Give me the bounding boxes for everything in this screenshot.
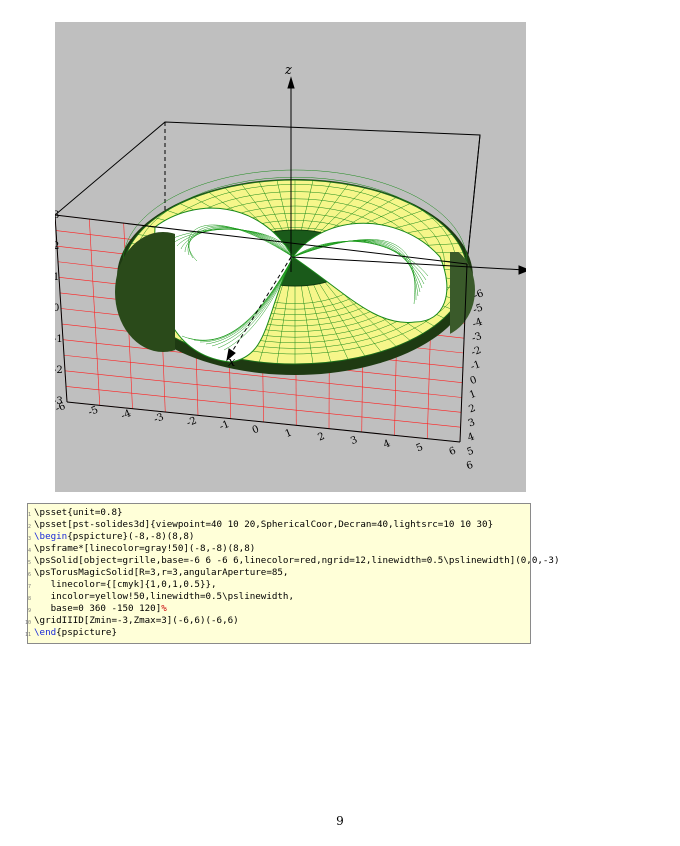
- x-tick-label: -4: [120, 408, 133, 422]
- code-line-number: 6: [27, 572, 31, 578]
- x-tick-label: 5: [415, 442, 425, 455]
- torus-3d-plot: z y x 3210-1-2-3 -6-5-4-3-2-10123456 -6-…: [55, 63, 526, 473]
- y-tick-label: -4: [471, 317, 484, 331]
- z-tick-label: 3: [55, 210, 59, 221]
- code-line: \psframe*[linecolor=gray!50](-8,-8)(8,8): [34, 543, 255, 555]
- code-line: incolor=yellow!50,linewidth=0.5\pslinewi…: [34, 591, 294, 603]
- code-line-number: 11: [24, 632, 31, 638]
- code-keyword: \begin: [34, 531, 68, 542]
- z-tick-label: -2: [55, 365, 63, 376]
- code-text: linecolor={[cmyk]{1,0,1,0.5}},: [34, 579, 217, 590]
- code-line-number: 9: [27, 608, 31, 614]
- z-tick-label: -1: [55, 334, 63, 345]
- code-text: incolor=yellow!50,linewidth=0.5\pslinewi…: [34, 591, 294, 602]
- code-listing: 1 \psset{unit=0.8} 2 \psset[pst-solides3d]{…: [25, 503, 559, 644]
- x-tick-label: 3: [349, 435, 359, 448]
- code-line-number: 4: [27, 548, 31, 554]
- y-tick-label: -1: [469, 359, 482, 373]
- y-tick-label: -2: [470, 345, 483, 359]
- code-text: \psset{unit=0.8}: [34, 507, 123, 518]
- y-tick-label: -6: [472, 288, 485, 302]
- code-line: base=0 360 -150 120]%: [34, 603, 167, 615]
- code-keyword: \end: [34, 627, 57, 638]
- axis-label-x: x: [228, 355, 236, 370]
- x-tick-label: -3: [152, 412, 165, 426]
- y-tick-label: -3: [470, 331, 483, 345]
- code-line: \psset{unit=0.8}: [34, 507, 123, 519]
- code-text: {pspicture}(-8,-8)(8,8): [67, 531, 195, 542]
- y-tick-label: 0: [469, 375, 479, 388]
- x-tick-label: -1: [218, 419, 231, 433]
- y-tick-label: 6: [465, 460, 475, 473]
- torus-figure: z y x 3210-1-2-3 -6-5-4-3-2-10123456 -6-…: [55, 22, 526, 492]
- code-line: \psSolid[object=grille,base=-6 6 -6 6,li…: [34, 555, 559, 567]
- z-tick-label: 1: [55, 272, 59, 283]
- y-tick-label: 2: [467, 403, 477, 416]
- x-tick-label: 1: [284, 427, 294, 440]
- code-line: \psset[pst-solides3d]{viewpoint=40 10 20…: [34, 519, 493, 531]
- x-tick-label: 4: [382, 438, 392, 451]
- code-line: \psTorusMagicSolid[R=3,r=3,angularApertu…: [34, 567, 288, 579]
- x-axis-ticks: -6 -5 -4 -3 -2 -1 0 1 2 3 4 5 6: [55, 401, 458, 458]
- y-tick-label: 4: [466, 431, 476, 444]
- code-line-number: 3: [27, 536, 31, 542]
- y-tick-label: -5: [472, 302, 485, 316]
- code-text: base=0 360 -150 120]: [34, 603, 162, 614]
- code-text: \psTorusMagicSolid[R=3,r=3,angularApertu…: [34, 567, 289, 578]
- code-text: \psframe*[linecolor=gray!50](-8,-8)(8,8): [34, 543, 256, 554]
- code-line: \gridIIID[Zmin=-3,Zmax=3](-6,6)(-6,6): [34, 615, 239, 627]
- code-line: linecolor={[cmyk]{1,0,1,0.5}},: [34, 579, 217, 591]
- y-tick-label: 5: [466, 446, 476, 459]
- code-line-number: 7: [27, 584, 31, 590]
- code-line-number: 8: [27, 596, 31, 602]
- code-text: \gridIIID[Zmin=-3,Zmax=3](-6,6)(-6,6): [34, 615, 239, 626]
- code-text: {pspicture}: [56, 627, 117, 638]
- z-tick-label: 0: [55, 303, 59, 314]
- x-tick-label: 0: [251, 424, 261, 437]
- x-tick-label: 2: [316, 431, 326, 444]
- code-line-number: 5: [27, 560, 31, 566]
- code-line-number: 1: [27, 512, 31, 518]
- y-tick-label: 3: [467, 417, 477, 430]
- z-tick-label: 2: [55, 241, 59, 252]
- code-comment: %: [161, 603, 167, 614]
- axis-label-z: z: [284, 63, 292, 78]
- code-line-number: 2: [27, 524, 31, 530]
- code-text: \psset[pst-solides3d]{viewpoint=40 10 20…: [34, 519, 494, 530]
- code-line: \begin{pspicture}(-8,-8)(8,8): [34, 531, 194, 543]
- x-tick-label: -5: [87, 405, 100, 419]
- x-tick-label: 6: [448, 445, 458, 458]
- x-tick-label: -6: [55, 401, 67, 415]
- y-tick-label: 1: [468, 389, 478, 402]
- code-line-number: 10: [24, 620, 31, 626]
- x-tick-label: -2: [185, 415, 198, 429]
- code-text: \psSolid[object=grille,base=-6 6 -6 6,li…: [34, 555, 560, 566]
- page-number: 9: [336, 814, 344, 828]
- code-line: \end{pspicture}: [34, 627, 117, 639]
- torus-solid: [115, 169, 475, 375]
